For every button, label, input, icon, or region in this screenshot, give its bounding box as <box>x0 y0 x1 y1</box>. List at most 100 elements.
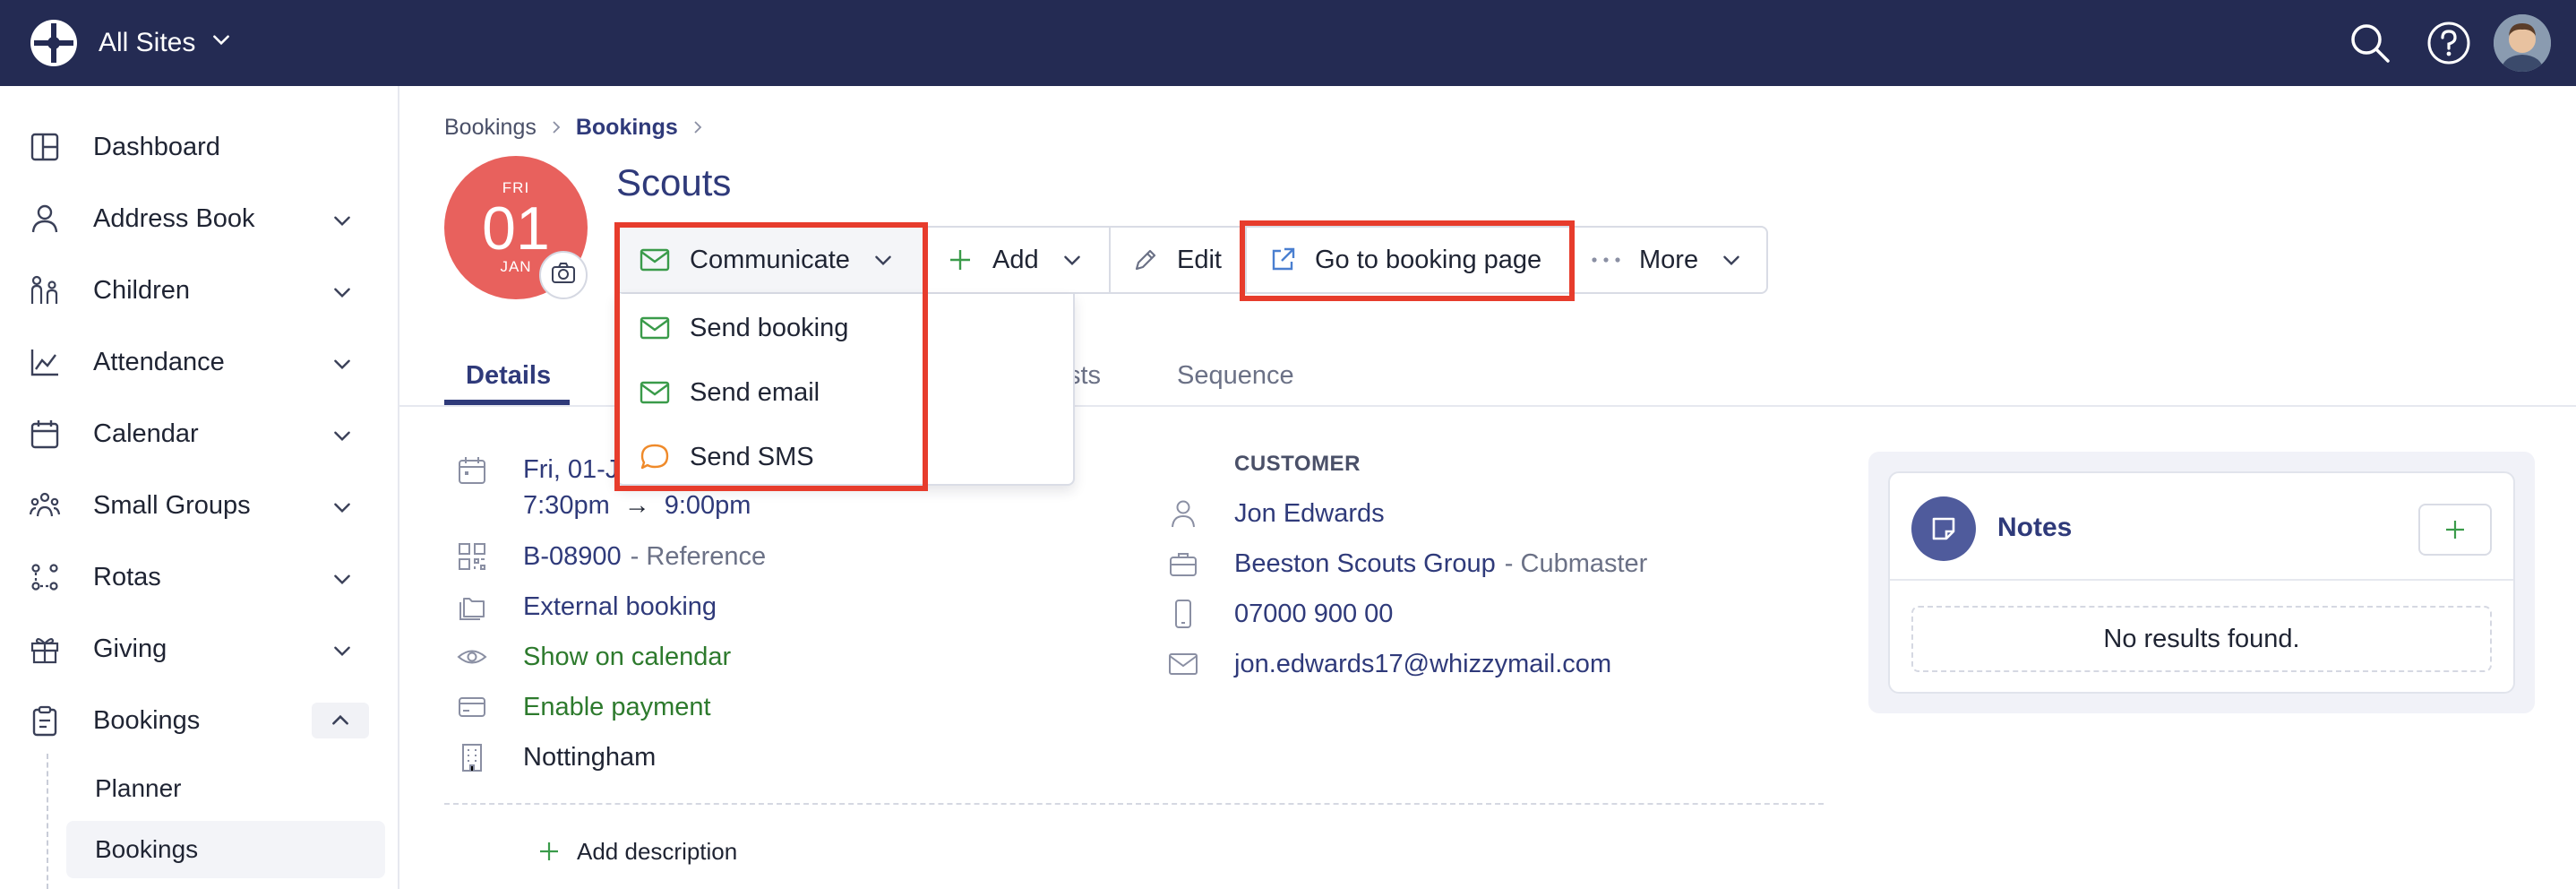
chevron-down-icon[interactable] <box>326 204 358 237</box>
plus-icon <box>2443 518 2467 541</box>
plus-icon <box>948 247 973 272</box>
chevron-down-icon[interactable] <box>326 563 358 595</box>
calendar-icon <box>29 418 61 450</box>
help-icon[interactable] <box>2424 18 2474 68</box>
send-booking-menu-item[interactable]: Send booking <box>618 296 919 360</box>
send-email-menu-item[interactable]: Send email <box>618 360 919 425</box>
sidebar-item-attendance[interactable]: Attendance <box>0 326 398 398</box>
sidebar-item-label: Dashboard <box>93 132 220 161</box>
add-label: Add <box>992 245 1039 274</box>
chart-icon <box>29 346 61 378</box>
customer-email-link[interactable]: jon.edwards17@whizzymail.com <box>1234 650 1611 679</box>
chevron-down-icon[interactable] <box>326 634 358 667</box>
sidebar-subitem-planner[interactable]: Planner <box>66 760 385 817</box>
chevron-down-icon <box>1060 248 1084 272</box>
external-booking-link[interactable]: External booking <box>523 592 717 622</box>
sidebar-item-small-groups[interactable]: Small Groups <box>0 470 398 541</box>
customer-heading: CUSTOMER <box>1234 452 1361 476</box>
divider <box>444 803 1824 805</box>
customer-group-link[interactable]: Beeston Scouts Group <box>1234 549 1496 579</box>
booking-location: Nottingham <box>523 740 656 774</box>
sidebar-item-rotas[interactable]: Rotas <box>0 541 398 613</box>
sidebar-item-children[interactable]: Children <box>0 255 398 326</box>
external-link-icon <box>1268 246 1297 274</box>
add-description-button[interactable]: Add description <box>537 833 737 869</box>
booking-reference: B-08900 - Reference <box>523 539 766 574</box>
tab-sequence[interactable]: Sequence <box>1177 344 1294 407</box>
sidebar-item-giving[interactable]: Giving <box>0 613 398 685</box>
customer-organisation: Beeston Scouts Group - Cubmaster <box>1234 546 1647 582</box>
phone-icon <box>1168 599 1198 629</box>
mail-icon <box>640 247 670 272</box>
more-button[interactable]: More <box>1573 228 1766 292</box>
breadcrumb-item[interactable]: Bookings <box>444 115 537 141</box>
site-switcher[interactable]: All Sites <box>99 23 233 63</box>
chat-icon <box>640 443 670 471</box>
sidebar-subitem-label: Planner <box>95 774 182 802</box>
avatar[interactable] <box>2494 14 2551 72</box>
communicate-menu: Send booking Send email Send SMS <box>616 294 1075 486</box>
chevron-down-icon[interactable] <box>326 491 358 523</box>
customer-name: Jon Edwards <box>1234 496 1385 531</box>
mail-icon <box>640 380 670 405</box>
chevron-down-icon[interactable] <box>326 276 358 308</box>
logo-icon[interactable] <box>29 18 79 68</box>
person-icon <box>1168 498 1198 529</box>
active-tab-indicator <box>444 400 570 405</box>
send-sms-menu-item[interactable]: Send SMS <box>618 425 919 489</box>
sidebar-item-label: Children <box>93 275 190 305</box>
sidebar-item-calendar[interactable]: Calendar <box>0 398 398 470</box>
search-icon[interactable] <box>2345 18 2395 68</box>
sidebar-item-bookings[interactable]: Bookings <box>0 685 398 756</box>
chevron-down-icon[interactable] <box>326 348 358 380</box>
booking-type: External booking <box>523 590 717 624</box>
credit-card-icon <box>457 692 487 722</box>
customer-phone-link[interactable]: 07000 900 00 <box>1234 600 1393 629</box>
mail-icon <box>640 315 670 341</box>
booking-time: 7:30pm → 9:00pm <box>523 489 751 522</box>
reference-code[interactable]: B-08900 <box>523 542 622 572</box>
tab-details[interactable]: Details <box>466 344 551 407</box>
sidebar-item-address-book[interactable]: Address Book <box>0 183 398 255</box>
folder-icon <box>457 591 487 622</box>
show-on-calendar-toggle[interactable]: Show on calendar <box>523 643 731 672</box>
add-button[interactable]: Add <box>924 228 1102 292</box>
change-photo-button[interactable] <box>539 251 588 299</box>
edit-button[interactable]: Edit <box>1111 228 1245 292</box>
sidebar-item-dashboard[interactable]: Dashboard <box>0 111 398 183</box>
menu-item-label: Send SMS <box>690 442 814 471</box>
arrow-right: → <box>623 490 650 520</box>
action-toolbar: Communicate Add Edit Go to booking page … <box>616 226 1768 294</box>
add-note-button[interactable] <box>2418 504 2492 556</box>
customer-email: jon.edwards17@whizzymail.com <box>1234 646 1611 682</box>
enable-payment-toggle[interactable]: Enable payment <box>523 693 711 722</box>
calendar-visibility: Show on calendar <box>523 640 731 674</box>
menu-item-label: Send email <box>690 377 820 407</box>
qr-code-icon <box>457 541 487 572</box>
breadcrumb: Bookings Bookings <box>444 111 705 143</box>
customer-role: - Cubmaster <box>1504 548 1648 578</box>
mail-icon <box>1168 649 1198 679</box>
communicate-button[interactable]: Communicate <box>618 228 923 292</box>
clipboard-icon <box>29 704 61 737</box>
notes-empty-state: No results found. <box>1911 606 2492 672</box>
sidebar-subitem-bookings[interactable]: Bookings <box>66 821 385 878</box>
notes-header: Notes <box>1890 473 2513 581</box>
sidebar-item-label: Rotas <box>93 562 161 591</box>
booking-start-time[interactable]: 7:30pm <box>523 491 610 521</box>
pencil-icon <box>1132 246 1159 273</box>
breadcrumb-item[interactable]: Bookings <box>576 115 678 141</box>
add-description-label: Add description <box>577 837 738 865</box>
chevron-down-icon[interactable] <box>326 419 358 452</box>
go-to-booking-page-button[interactable]: Go to booking page <box>1247 228 1571 292</box>
rota-icon <box>29 561 61 593</box>
sidebar-subitem-label: Bookings <box>95 835 199 863</box>
chevron-right-icon <box>549 115 563 141</box>
customer-name-link[interactable]: Jon Edwards <box>1234 499 1385 529</box>
chevron-down-icon <box>210 28 233 58</box>
notes-title: Notes <box>1997 513 2073 542</box>
sidebar-item-label: Bookings <box>93 705 201 735</box>
booking-end-time[interactable]: 9:00pm <box>665 491 751 521</box>
chevron-up-icon[interactable] <box>312 703 369 738</box>
calendar-icon <box>457 455 487 486</box>
